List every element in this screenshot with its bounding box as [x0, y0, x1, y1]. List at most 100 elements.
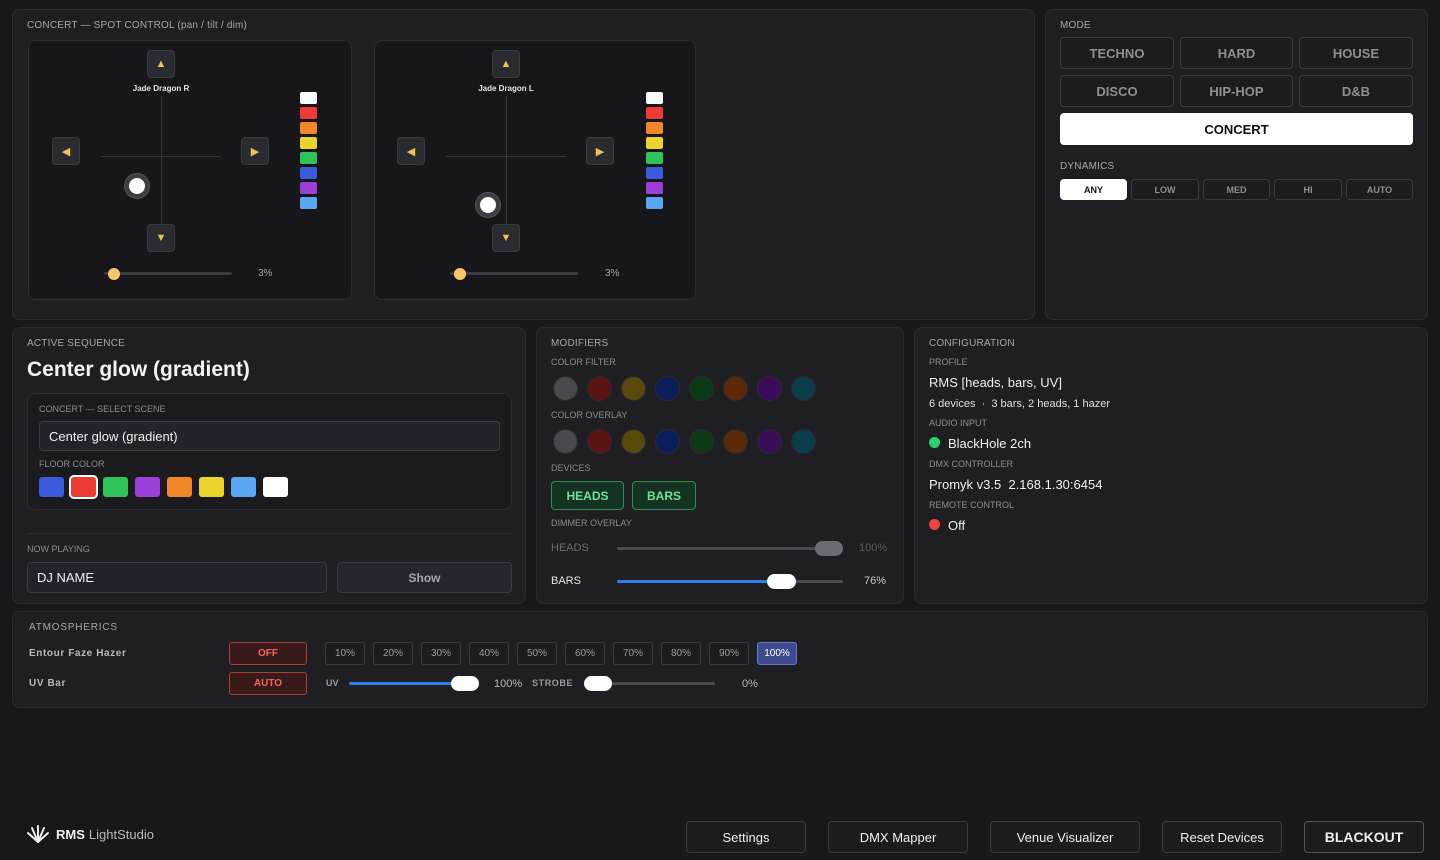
hazer-level-40[interactable]: 40% [469, 642, 509, 665]
mode-button-dnb[interactable]: D&B [1299, 75, 1413, 107]
dimmer-slider[interactable] [450, 272, 578, 275]
hazer-level-60[interactable]: 60% [565, 642, 605, 665]
color-swatch[interactable] [300, 92, 317, 104]
color-overlay-yellow[interactable] [621, 429, 646, 454]
floor-color-red[interactable] [71, 477, 96, 497]
color-swatch[interactable] [646, 182, 663, 194]
color-swatch[interactable] [646, 197, 663, 209]
color-overlay-blue[interactable] [655, 429, 680, 454]
dynamics-button-hi[interactable]: HI [1274, 179, 1342, 200]
dimmer-slider-knob[interactable] [108, 268, 120, 280]
hazer-level-10[interactable]: 10% [325, 642, 365, 665]
color-overlay-green[interactable] [689, 429, 714, 454]
color-swatch[interactable] [646, 92, 663, 104]
hazer-level-100[interactable]: 100% [757, 642, 797, 665]
floor-color-white[interactable] [263, 477, 288, 497]
dynamics-button-low[interactable]: LOW [1131, 179, 1199, 200]
hazer-level-70[interactable]: 70% [613, 642, 653, 665]
hazer-level-90[interactable]: 90% [709, 642, 749, 665]
device-toggle-bars[interactable]: BARS [632, 481, 696, 510]
brand: RMS LightStudio [26, 824, 154, 844]
color-swatch[interactable] [300, 107, 317, 119]
color-swatch[interactable] [646, 137, 663, 149]
floor-color-purple[interactable] [135, 477, 160, 497]
crosshair-vertical [161, 96, 162, 226]
color-filter-green[interactable] [689, 376, 714, 401]
mode-button-disco[interactable]: DISCO [1060, 75, 1174, 107]
floor-color-blue[interactable] [39, 477, 64, 497]
color-swatch[interactable] [300, 182, 317, 194]
color-overlay-purple[interactable] [757, 429, 782, 454]
floor-color-yellow[interactable] [199, 477, 224, 497]
color-overlay-gray[interactable] [553, 429, 578, 454]
color-swatch[interactable] [300, 122, 317, 134]
floor-color-light-blue[interactable] [231, 477, 256, 497]
now-playing-input[interactable]: DJ NAME [27, 562, 327, 593]
dynamics-button-any[interactable]: ANY [1060, 179, 1127, 200]
mode-button-hard[interactable]: HARD [1180, 37, 1293, 69]
scene-select[interactable]: Center glow (gradient) [39, 421, 500, 451]
dimmer-heads-value: 100% [859, 542, 888, 554]
color-swatch[interactable] [300, 137, 317, 149]
color-filter-blue[interactable] [655, 376, 680, 401]
settings-button[interactable]: Settings [686, 821, 806, 853]
dimmer-bars-knob[interactable] [767, 574, 796, 589]
color-overlay-teal[interactable] [791, 429, 816, 454]
dmx-mapper-button[interactable]: DMX Mapper [828, 821, 968, 853]
color-filter-gray[interactable] [553, 376, 578, 401]
color-swatch[interactable] [646, 107, 663, 119]
color-filter-red[interactable] [587, 376, 612, 401]
mode-button-concert[interactable]: CONCERT [1060, 113, 1413, 145]
reset-devices-button[interactable]: Reset Devices [1162, 821, 1282, 853]
show-button[interactable]: Show [337, 562, 512, 593]
color-swatch[interactable] [646, 152, 663, 164]
venue-visualizer-button[interactable]: Venue Visualizer [990, 821, 1140, 853]
pan-left-button[interactable]: ◀ [397, 137, 425, 165]
dimmer-slider[interactable] [104, 272, 232, 275]
color-overlay-red[interactable] [587, 429, 612, 454]
tilt-down-button[interactable]: ▼ [492, 224, 520, 252]
color-filter-purple[interactable] [757, 376, 782, 401]
floor-color-green[interactable] [103, 477, 128, 497]
color-filter-orange[interactable] [723, 376, 748, 401]
hazer-level-50[interactable]: 50% [517, 642, 557, 665]
blackout-button[interactable]: BLACKOUT [1304, 821, 1424, 853]
dimmer-heads-slider[interactable] [617, 547, 843, 550]
arrow-down-icon: ▼ [500, 232, 512, 244]
tilt-up-button[interactable]: ▲ [492, 50, 520, 78]
dimmer-slider-knob[interactable] [454, 268, 466, 280]
pan-right-button[interactable]: ▶ [241, 137, 269, 165]
color-overlay-orange[interactable] [723, 429, 748, 454]
hazer-toggle[interactable]: OFF [229, 642, 307, 665]
pan-tilt-puck[interactable] [476, 193, 500, 217]
color-swatch[interactable] [300, 167, 317, 179]
uv-bar-toggle[interactable]: AUTO [229, 672, 307, 695]
dimmer-heads-knob[interactable] [815, 541, 843, 556]
dynamics-label: DYNAMICS [1060, 161, 1115, 172]
hazer-level-30[interactable]: 30% [421, 642, 461, 665]
dynamics-button-med[interactable]: MED [1203, 179, 1270, 200]
pan-left-button[interactable]: ◀ [52, 137, 80, 165]
mode-button-techno[interactable]: TECHNO [1060, 37, 1174, 69]
floor-color-orange[interactable] [167, 477, 192, 497]
tilt-up-button[interactable]: ▲ [147, 50, 175, 78]
strobe-slider-knob[interactable] [584, 676, 612, 691]
color-swatch[interactable] [646, 122, 663, 134]
uv-slider-knob[interactable] [451, 676, 479, 691]
mode-button-hip-hop[interactable]: HIP-HOP [1180, 75, 1293, 107]
color-filter-yellow[interactable] [621, 376, 646, 401]
mode-button-house[interactable]: HOUSE [1299, 37, 1413, 69]
dynamics-button-auto[interactable]: AUTO [1346, 179, 1413, 200]
color-swatch[interactable] [300, 197, 317, 209]
tilt-down-button[interactable]: ▼ [147, 224, 175, 252]
color-filter-teal[interactable] [791, 376, 816, 401]
color-swatch[interactable] [300, 152, 317, 164]
device-toggle-heads[interactable]: HEADS [551, 481, 624, 510]
color-swatch[interactable] [646, 167, 663, 179]
pan-right-button[interactable]: ▶ [586, 137, 614, 165]
pan-tilt-puck[interactable] [125, 174, 149, 198]
hazer-level-80[interactable]: 80% [661, 642, 701, 665]
uv-slider-fill [349, 682, 464, 685]
hazer-level-20[interactable]: 20% [373, 642, 413, 665]
profile-label: PROFILE [929, 357, 968, 367]
